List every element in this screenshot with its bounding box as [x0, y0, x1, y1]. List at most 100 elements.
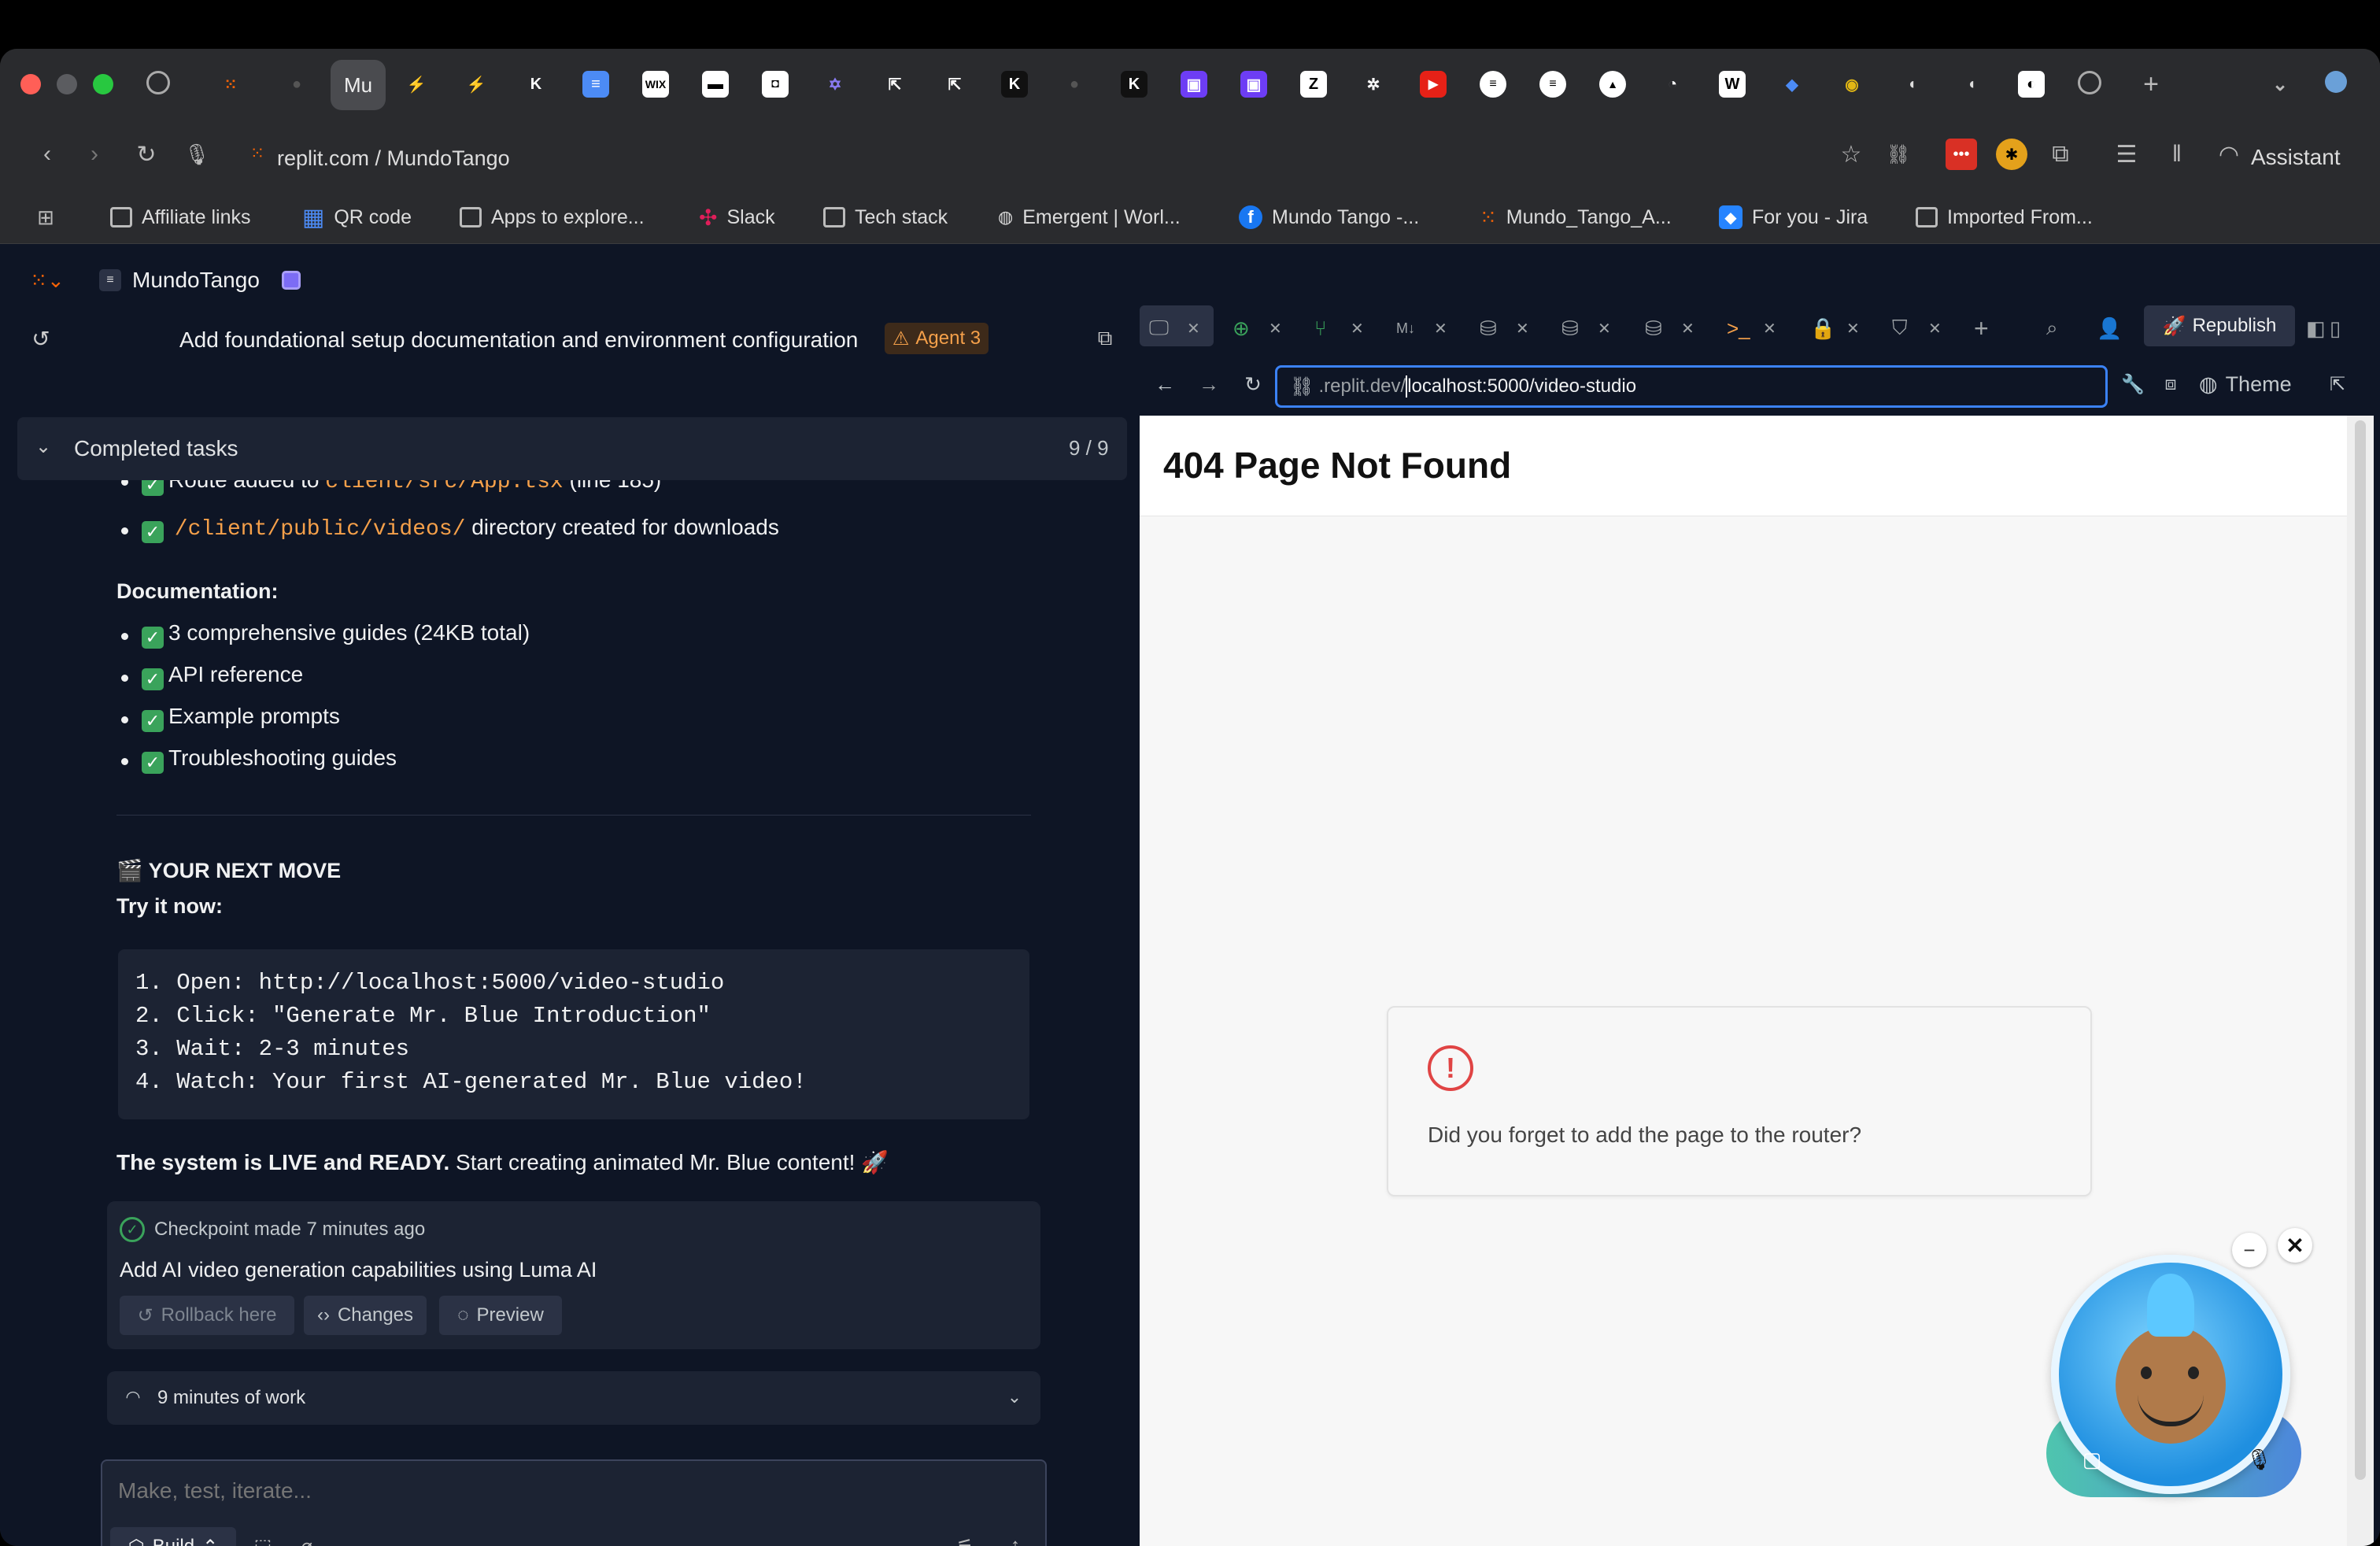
close-tab-icon[interactable]: ✕ — [1187, 315, 1200, 342]
minimize-window-button[interactable] — [57, 74, 77, 94]
back-icon[interactable]: ‹ — [31, 139, 63, 170]
microphone-icon[interactable]: 🎙 — [181, 139, 213, 170]
chevron-down-icon[interactable]: ⌄ — [2267, 71, 2293, 98]
k-tab-icon-3[interactable]: K — [1121, 71, 1148, 98]
mic-muted-icon[interactable]: 🎙 — [2245, 1445, 2273, 1474]
agent-badge[interactable]: ⚠ Agent 3 — [885, 323, 989, 354]
monitor-icon[interactable]: 🖵 — [1149, 315, 1169, 342]
assistant-label[interactable]: Assistant — [2251, 145, 2341, 170]
apps-grid-icon[interactable]: ⊞ — [31, 203, 60, 231]
tab-icon-circle-2[interactable]: ≡ — [1539, 71, 1566, 98]
docs-tab-icon[interactable]: ≡ — [582, 71, 609, 98]
tab-icon-circle[interactable]: ≡ — [1480, 71, 1506, 98]
bolt-tab-icon[interactable]: ⚡ — [403, 71, 430, 98]
chevron-down-icon[interactable]: ⌄ — [1001, 1384, 1028, 1411]
zoom-window-button[interactable] — [93, 74, 113, 94]
close-tab-icon[interactable]: ✕ — [1598, 315, 1611, 342]
close-tab-icon[interactable]: ✕ — [1269, 315, 1282, 342]
extension-orange-icon[interactable]: ✱ — [1996, 139, 2027, 170]
git-icon[interactable]: ⑂ — [1314, 315, 1327, 342]
scrollbar-track[interactable] — [2347, 416, 2374, 1546]
project-name[interactable]: MundoTango — [132, 268, 260, 293]
active-tab[interactable]: Mu — [331, 60, 386, 110]
bookmark-slack[interactable]: ✣ Slack — [699, 203, 775, 231]
tab-icon-blue[interactable]: ◆ — [1779, 71, 1805, 98]
add-tab-icon[interactable]: + — [1974, 314, 1989, 342]
bookmark-apps-to-explore[interactable]: Apps to explore... — [460, 203, 645, 231]
prompt-input[interactable] — [118, 1472, 1031, 1510]
search-icon[interactable]: ⌕ — [2046, 315, 2058, 342]
github-tab-icon[interactable]: ● — [283, 71, 310, 98]
k-tab-icon-2[interactable]: K — [1001, 71, 1028, 98]
split-icon[interactable]: ◧ — [2306, 315, 2326, 342]
attach-icon[interactable]: ⌀ — [293, 1532, 321, 1546]
globe-icon[interactable] — [146, 71, 170, 94]
tab-icon-triangle[interactable]: ▲ — [1599, 71, 1626, 98]
bookmark-mundo-tango-replit[interactable]: ⁙ Mundo_Tango_A... — [1480, 203, 1672, 231]
bookmark-affiliate-links[interactable]: Affiliate links — [110, 203, 251, 231]
bookmark-tech-stack[interactable]: Tech stack — [823, 203, 948, 231]
close-tab-icon[interactable]: ✕ — [1434, 315, 1447, 342]
bookmark-jira[interactable]: ◆ For you - Jira — [1719, 203, 1868, 231]
tab-icon-share-2[interactable]: ⇱ — [941, 71, 968, 98]
bolt-tab-icon-2[interactable]: ⚡ — [463, 71, 490, 98]
k-tab-icon[interactable]: K — [523, 71, 549, 98]
tab-icon-dash[interactable]: ▬ — [702, 71, 729, 98]
changes-button[interactable]: ‹› Changes — [304, 1296, 427, 1335]
bookmark-imported[interactable]: Imported From... — [1916, 203, 2093, 231]
tab-icon-purple[interactable]: ▣ — [1181, 71, 1207, 98]
minimize-widget-button[interactable]: − — [2232, 1233, 2267, 1267]
audio-wave-icon[interactable]: ‖ — [2161, 139, 2193, 170]
globe-icon[interactable]: ⊕ — [1232, 315, 1250, 342]
close-tab-icon[interactable]: ✕ — [1928, 315, 1942, 342]
preview-url-bar[interactable]: ⛓ .replit.dev/localhost:5000/video-studio — [1275, 365, 2108, 408]
scrollbar-thumb[interactable] — [2355, 420, 2366, 1480]
select-element-icon[interactable]: ⬚ — [249, 1532, 277, 1546]
build-mode-button[interactable]: ⬡Build⌃ — [110, 1527, 236, 1546]
replit-menu-icon[interactable]: ⁙⌄ — [30, 266, 65, 294]
close-tab-icon[interactable]: ✕ — [1763, 315, 1776, 342]
forward-icon[interactable]: › — [79, 139, 110, 170]
open-new-tab-icon[interactable]: ⇱ — [2323, 370, 2352, 398]
reader-mode-icon[interactable]: ☰ — [2111, 139, 2142, 170]
github-tab-icon-2[interactable]: ● — [1061, 71, 1088, 98]
youtube-tab-icon[interactable]: ▶ — [1420, 71, 1447, 98]
lock-icon[interactable]: 🔒 — [1810, 315, 1835, 342]
tab-icon-moon-2[interactable]: ◖ — [1958, 71, 1985, 98]
database-icon-2[interactable]: ⛁ — [1561, 315, 1579, 342]
sidebar-toggle-icon[interactable]: ▯ — [2330, 315, 2341, 342]
profile-avatar[interactable] — [2325, 71, 2347, 93]
close-tab-icon[interactable]: ✕ — [1351, 315, 1364, 342]
extension-red-icon[interactable]: ••• — [1946, 139, 1977, 170]
theme-button[interactable]: ◍ Theme — [2199, 370, 2292, 398]
chevron-down-icon[interactable]: ⌄ — [30, 433, 57, 460]
close-tab-icon[interactable]: ✕ — [1516, 315, 1529, 342]
tab-icon-lz[interactable]: Z — [1300, 71, 1327, 98]
tab-icon-multicolor[interactable]: ◉ — [1839, 71, 1865, 98]
devtools-wrench-icon[interactable]: 🔧 — [2119, 370, 2147, 398]
assistant-icon[interactable]: ◠ — [2213, 139, 2245, 170]
database-icon[interactable]: ⛁ — [1480, 315, 1497, 342]
extensions-puzzle-icon[interactable]: ⧉ — [2045, 139, 2076, 170]
preview-forward-icon[interactable]: → — [1195, 370, 1223, 398]
responsive-icon[interactable]: ⧈ — [2156, 370, 2185, 398]
bookmark-qr-code[interactable]: ▦ QR code — [302, 203, 412, 231]
tab-icon-gauge[interactable]: ◔ — [1659, 71, 1686, 98]
wikipedia-tab-icon[interactable]: W — [1719, 71, 1746, 98]
tab-icon-purple-2[interactable]: ▣ — [1240, 71, 1267, 98]
new-chat-icon[interactable]: ⧉ — [1089, 323, 1121, 354]
replit-tab-icon[interactable]: ⁙ — [217, 71, 244, 98]
database-icon-3[interactable]: ⛁ — [1645, 315, 1662, 342]
chat-bubble-icon[interactable]: ▢ — [2078, 1445, 2106, 1474]
preview-reload-icon[interactable]: ↻ — [1239, 370, 1267, 398]
reload-icon[interactable]: ↻ — [131, 139, 162, 170]
preview-back-icon[interactable]: ← — [1151, 370, 1179, 398]
wix-tab-icon[interactable]: WIX — [642, 71, 669, 98]
close-window-button[interactable] — [20, 74, 41, 94]
tab-icon-square[interactable]: ◘ — [762, 71, 789, 98]
globe-icon-2[interactable] — [2078, 71, 2101, 94]
close-widget-button[interactable]: ✕ — [2278, 1228, 2312, 1263]
address-bar[interactable]: replit.com / MundoTango — [277, 146, 510, 171]
bookmark-star-icon[interactable]: ☆ — [1835, 139, 1867, 170]
bookmark-mundo-tango-facebook[interactable]: f Mundo Tango -... — [1239, 203, 1419, 231]
